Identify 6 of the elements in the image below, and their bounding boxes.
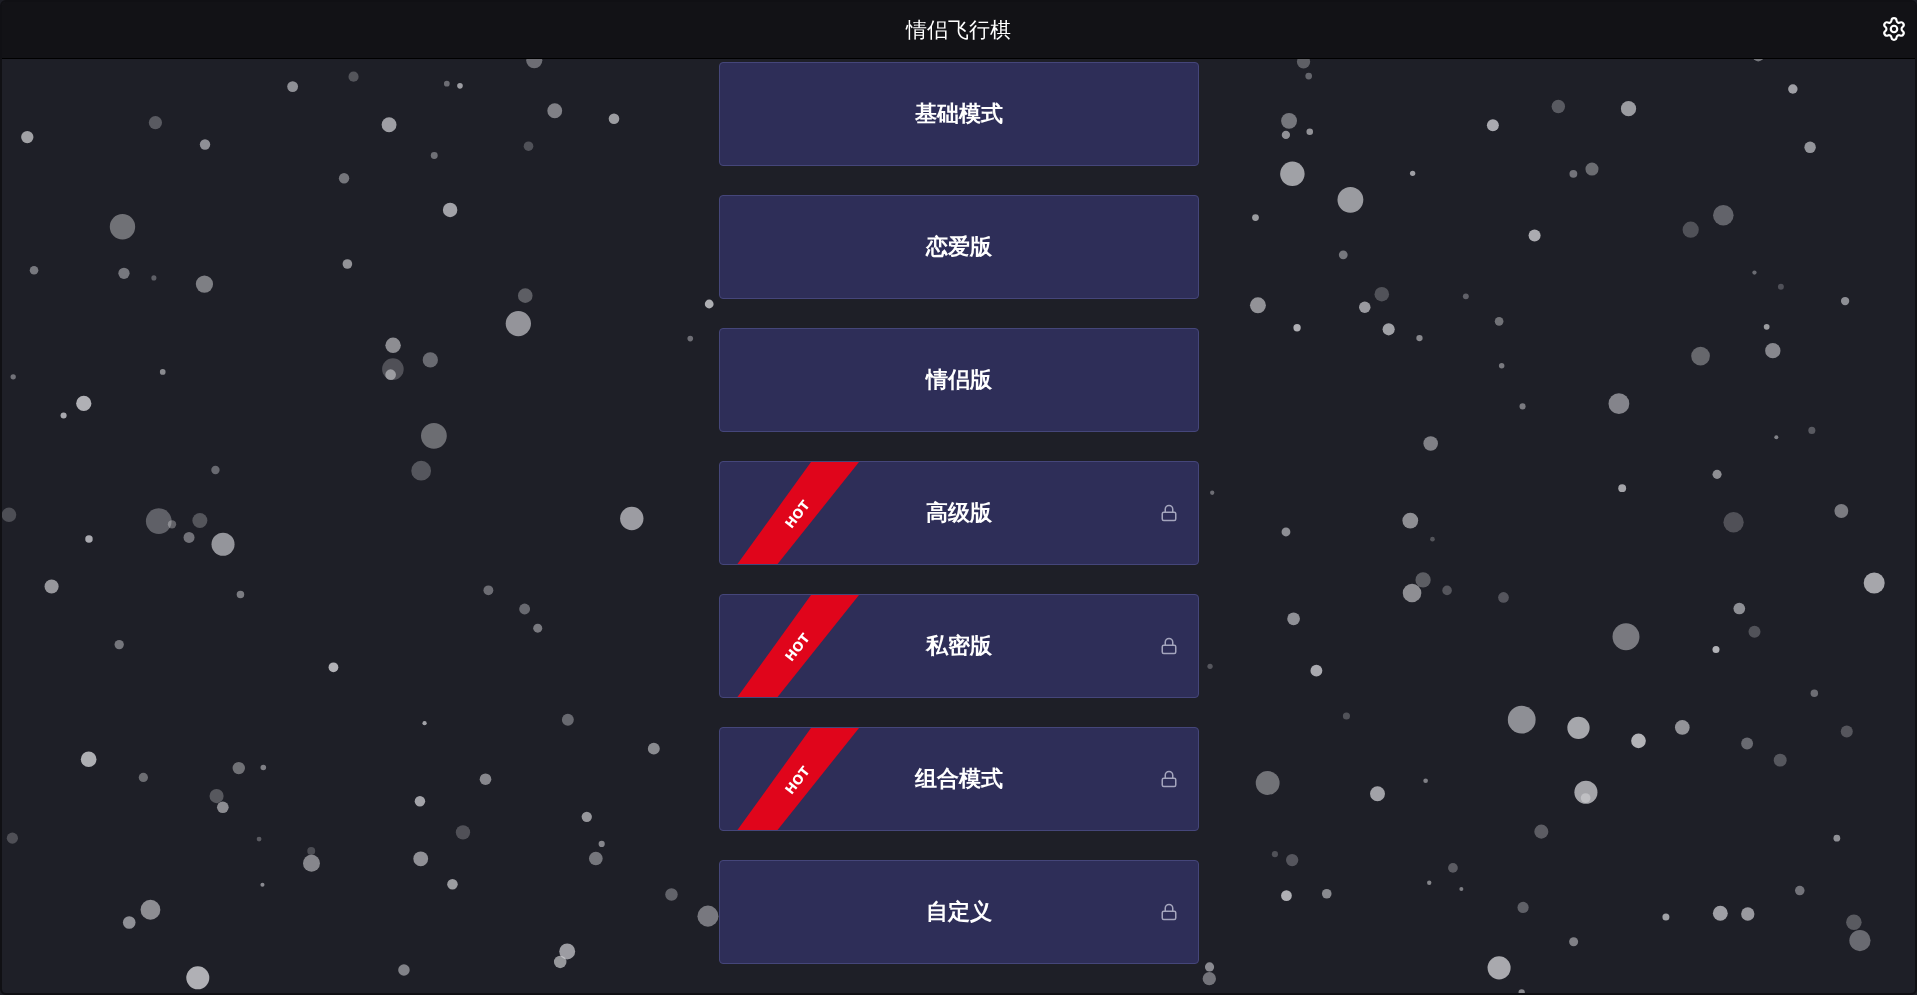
app-title: 情侣飞行棋 (906, 17, 1011, 44)
mode-button[interactable]: 情侣版 (718, 328, 1199, 432)
mode-button[interactable]: 恋爱版 (718, 195, 1199, 299)
mode-button[interactable]: 自定义 (718, 860, 1199, 964)
mode-button[interactable]: 基础模式 (718, 62, 1199, 166)
settings-icon[interactable] (1881, 16, 1907, 42)
